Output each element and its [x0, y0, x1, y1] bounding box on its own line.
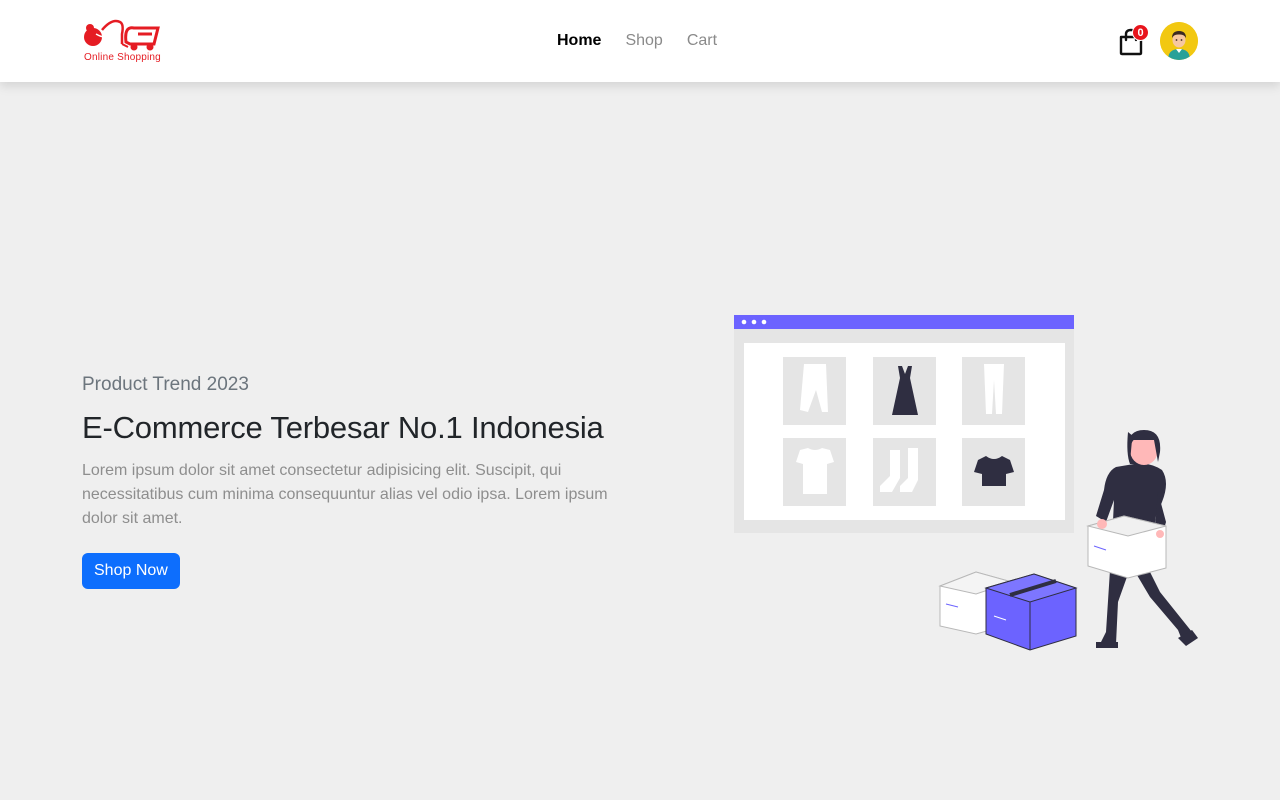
user-avatar[interactable]: [1160, 22, 1198, 60]
brand-logo[interactable]: Online Shopping: [82, 14, 164, 68]
hero-text: Product Trend 2023 E-Commerce Terbesar N…: [82, 374, 642, 589]
nav-home[interactable]: Home: [557, 32, 601, 50]
hero-subtitle: Product Trend 2023: [82, 374, 249, 395]
boxes-graphic: [938, 571, 1078, 651]
person-graphic: [1086, 430, 1198, 648]
user-avatar-icon: [1160, 22, 1198, 60]
main-nav: Home Shop Cart: [557, 30, 717, 52]
hero-title: E-Commerce Terbesar No.1 Indonesia: [82, 410, 604, 445]
online-shopping-illustration: [734, 315, 1198, 651]
cart-button[interactable]: 0: [1118, 24, 1150, 56]
navbar: Online Shopping Home Shop Cart 0: [0, 0, 1280, 82]
nav-cart[interactable]: Cart: [687, 32, 717, 50]
shop-now-button[interactable]: Shop Now: [82, 553, 180, 589]
logo-text: Online Shopping: [84, 52, 161, 63]
shopping-cart-logo-icon: [84, 19, 160, 51]
cart-count-badge: 0: [1132, 24, 1149, 41]
hero-description: Lorem ipsum dolor sit amet consectetur a…: [82, 462, 608, 527]
nav-shop[interactable]: Shop: [625, 32, 662, 50]
